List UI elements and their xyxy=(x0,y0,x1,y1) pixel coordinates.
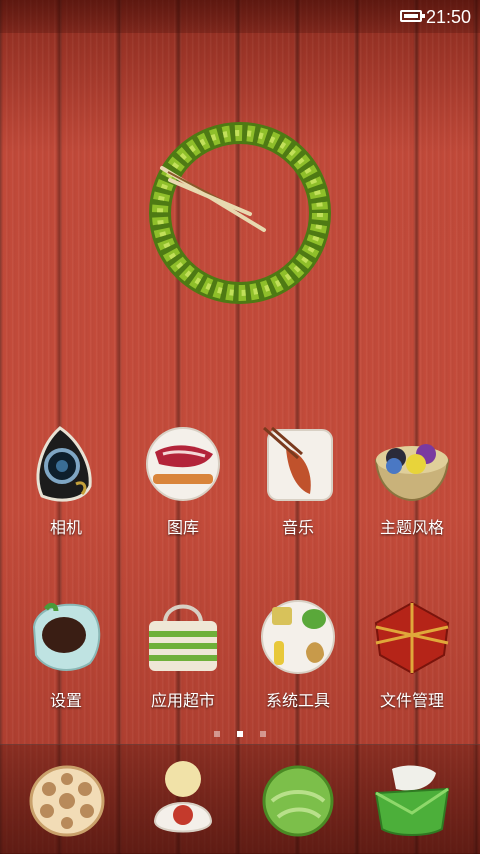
tools-plate-icon xyxy=(261,600,335,674)
app-theme[interactable]: 主题风格 xyxy=(357,424,467,538)
app-label: 应用超市 xyxy=(150,691,215,710)
app-file-manager[interactable]: 文件管理 xyxy=(357,597,467,711)
app-label: 系统工具 xyxy=(265,691,330,710)
app-label: 文件管理 xyxy=(379,691,444,710)
cabbage-icon[interactable] xyxy=(258,759,338,839)
settings-dish-icon xyxy=(32,602,101,671)
app-settings[interactable]: 设置 xyxy=(11,597,121,711)
app-music[interactable]: 音乐 xyxy=(243,424,353,538)
app-label: 相机 xyxy=(49,518,82,537)
page-dot[interactable] xyxy=(260,731,267,737)
lotus-root-icon[interactable] xyxy=(27,759,107,839)
file-gift-box-icon xyxy=(374,601,450,675)
baby-figure-icon[interactable] xyxy=(143,759,223,839)
app-market[interactable]: 应用超市 xyxy=(128,597,238,711)
app-label: 音乐 xyxy=(281,518,314,537)
wheat-wreath-clock-icon[interactable] xyxy=(140,118,340,318)
page-indicator xyxy=(0,722,480,737)
app-label: 主题风格 xyxy=(379,518,444,537)
theme-bowl-icon xyxy=(374,444,450,502)
battery-full-icon xyxy=(400,10,425,22)
status-time: 21:50 xyxy=(425,7,471,27)
app-tools[interactable]: 系统工具 xyxy=(243,597,353,711)
dock xyxy=(0,744,480,854)
gallery-meat-plate-icon xyxy=(146,427,220,501)
green-cup-icon[interactable] xyxy=(372,759,452,839)
market-basket-icon xyxy=(149,604,217,671)
status-bar: 21:50 xyxy=(0,0,480,33)
app-label: 设置 xyxy=(49,691,82,710)
page-dot[interactable] xyxy=(213,731,220,737)
app-camera[interactable]: 相机 xyxy=(11,424,121,538)
app-gallery[interactable]: 图库 xyxy=(128,424,238,538)
camera-eye-icon xyxy=(36,426,92,502)
page-dot-active[interactable] xyxy=(237,731,243,737)
app-label: 图库 xyxy=(166,518,199,537)
music-fish-plate-icon xyxy=(263,426,333,501)
